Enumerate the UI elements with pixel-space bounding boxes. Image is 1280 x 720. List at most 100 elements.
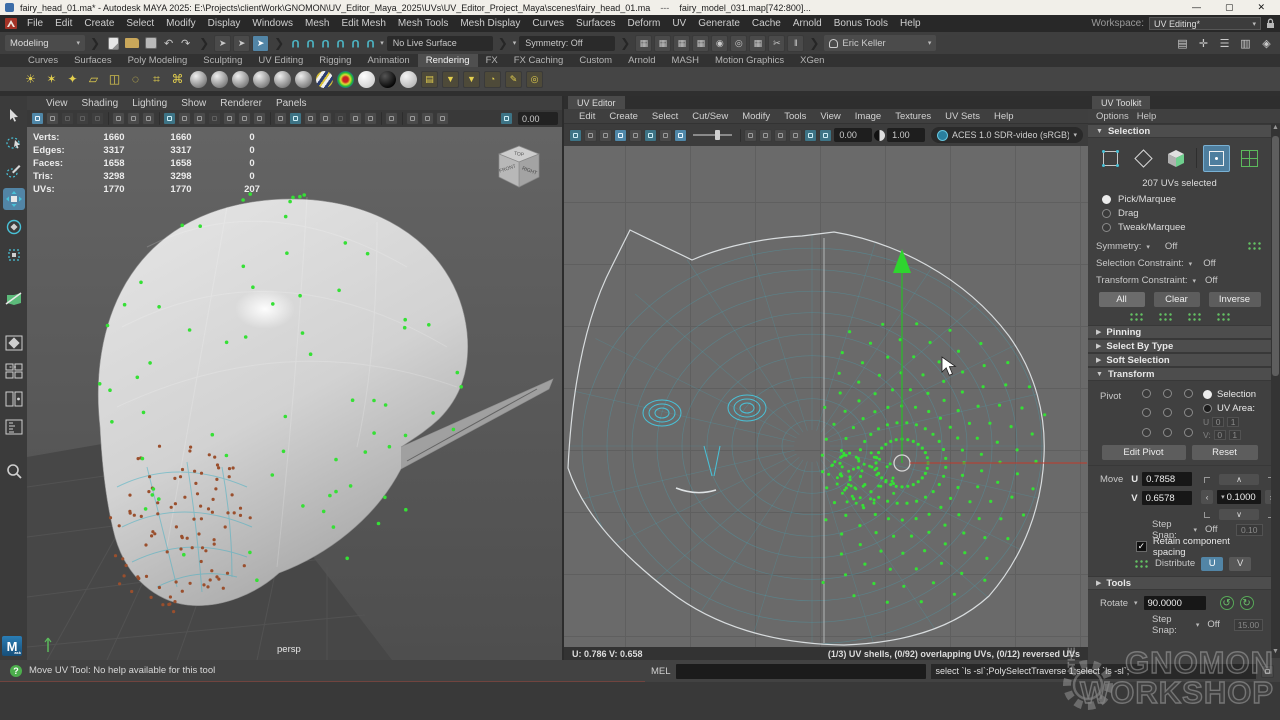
- use-default-material-icon[interactable]: [319, 112, 332, 125]
- film-gate-icon[interactable]: [178, 112, 191, 125]
- menu-item[interactable]: Arnold: [787, 18, 828, 29]
- panel-menu-item[interactable]: Lighting: [125, 98, 174, 109]
- distortion-metric-icon[interactable]: [744, 129, 757, 142]
- shelf-tab[interactable]: FX Caching: [506, 54, 572, 67]
- uv-shell-selection-icon[interactable]: [1236, 145, 1263, 172]
- isolate-uvs-icon[interactable]: [774, 129, 787, 142]
- view-cube[interactable]: TOP FRONT RIGHT: [492, 141, 546, 195]
- surface-shader-icon[interactable]: [274, 71, 291, 88]
- render-view-icon[interactable]: ◎: [526, 71, 543, 88]
- ramp-texture-icon[interactable]: [337, 71, 354, 88]
- hypershade-shelf-icon[interactable]: ▤: [421, 71, 438, 88]
- paint-effects-icon[interactable]: ✂: [768, 35, 785, 52]
- ambient-light-icon[interactable]: ◌: [127, 71, 144, 88]
- shelf-tab[interactable]: Curves: [20, 54, 66, 67]
- rotate-ccw-button[interactable]: ↺: [1220, 596, 1234, 610]
- toolkit-scrollbar[interactable]: ▲ ▼: [1271, 124, 1280, 658]
- shelf-tab[interactable]: Rendering: [418, 54, 478, 67]
- uv-menu-item[interactable]: Image: [848, 111, 888, 122]
- area-light-icon[interactable]: ▱: [85, 71, 102, 88]
- shelf-tab[interactable]: Motion Graphics: [707, 54, 792, 67]
- menu-item[interactable]: Select: [120, 18, 160, 29]
- render-settings-icon[interactable]: ◉: [711, 35, 728, 52]
- panel-menu-item[interactable]: Show: [174, 98, 213, 109]
- retain-spacing-row[interactable]: ✓ Retain component spacing: [1088, 538, 1271, 555]
- shelf-tab[interactable]: Animation: [359, 54, 417, 67]
- save-scene-icon[interactable]: [145, 37, 157, 49]
- directional-light-icon[interactable]: ✶: [43, 71, 60, 88]
- render-sequence-icon[interactable]: ▼: [463, 71, 480, 88]
- uv-toolkit-tab[interactable]: UV Toolkit: [1092, 96, 1150, 109]
- select-by-type-section-header[interactable]: ▶Select By Type: [1088, 339, 1271, 353]
- blinn-material-icon[interactable]: [232, 71, 249, 88]
- new-scene-icon[interactable]: [108, 37, 119, 50]
- shadows-icon[interactable]: [334, 112, 347, 125]
- spot-light-icon[interactable]: ✦: [64, 71, 81, 88]
- sep[interactable]: [268, 112, 272, 125]
- bookmark-icon[interactable]: [76, 112, 89, 125]
- panel-menu-item[interactable]: View: [39, 98, 75, 109]
- rotate-tool-icon[interactable]: [3, 216, 25, 238]
- checker-map-icon[interactable]: [584, 129, 597, 142]
- selection-mode-radio-pick-marquee[interactable]: Pick/Marquee: [1088, 192, 1271, 206]
- transform-section-header[interactable]: ▼Transform: [1088, 367, 1271, 381]
- shelf-tab[interactable]: UV Editing: [250, 54, 311, 67]
- uv-menu-item[interactable]: View: [813, 111, 847, 122]
- layout-two-pane-button[interactable]: [3, 388, 25, 410]
- shelf-tab[interactable]: MASH: [664, 54, 707, 67]
- symmetry-field[interactable]: Symmetry: Off: [519, 36, 615, 51]
- menu-item[interactable]: Edit Mesh: [335, 18, 391, 29]
- vertex-selection-icon[interactable]: [1097, 145, 1124, 172]
- menu-item[interactable]: Edit: [49, 18, 78, 29]
- menu-item[interactable]: Display: [202, 18, 247, 29]
- pinning-section-header[interactable]: ▶Pinning: [1088, 325, 1271, 339]
- scale-tool-icon[interactable]: [3, 244, 25, 266]
- texture-borders-icon[interactable]: [599, 129, 612, 142]
- uv-cut-sew-tool-icon[interactable]: [3, 288, 25, 310]
- modeling-toolkit-icon[interactable]: ✛: [1195, 35, 1212, 52]
- lighting-icon[interactable]: [349, 112, 362, 125]
- menu-item[interactable]: Windows: [246, 18, 299, 29]
- layout-outliner-pane-button[interactable]: [3, 416, 25, 438]
- pivot-position-grid[interactable]: [1142, 389, 1193, 440]
- plugin-pane-icon[interactable]: [406, 112, 419, 125]
- menu-item[interactable]: Mesh Display: [454, 18, 526, 29]
- field-chart-icon[interactable]: [223, 112, 236, 125]
- rotate-angle-field[interactable]: 90.0000: [1144, 596, 1206, 610]
- menu-item[interactable]: Curves: [526, 18, 570, 29]
- lambert-material-icon[interactable]: [211, 71, 228, 88]
- shrink-selection-icon[interactable]: [1187, 312, 1202, 322]
- panel-menu-item[interactable]: Renderer: [213, 98, 269, 109]
- distribute-v-button[interactable]: V: [1229, 557, 1251, 571]
- phong-material-icon[interactable]: [253, 71, 270, 88]
- ramp-shader-icon[interactable]: [316, 71, 333, 88]
- ipr-render-icon[interactable]: ▦: [692, 35, 709, 52]
- sep[interactable]: [400, 112, 404, 125]
- snap-projected-center-icon[interactable]: U: [334, 35, 347, 52]
- select-camera-icon[interactable]: [31, 112, 44, 125]
- select-component-icon[interactable]: ➤: [252, 35, 269, 52]
- retain-spacing-checkbox[interactable]: ✓: [1136, 541, 1147, 552]
- rotate-cw-button[interactable]: ↻: [1240, 596, 1254, 610]
- textured-mode-icon[interactable]: [304, 112, 317, 125]
- snap-view-plane-icon[interactable]: U: [349, 35, 362, 52]
- move-down-button[interactable]: ∨: [1219, 509, 1259, 520]
- frame-all-icon[interactable]: [436, 112, 449, 125]
- channel-box-icon[interactable]: ◈: [1258, 35, 1275, 52]
- symmetry-row[interactable]: Symmetry:▾ Off: [1088, 238, 1271, 255]
- safe-action-icon[interactable]: [238, 112, 251, 125]
- plugin-pane-icon[interactable]: [421, 112, 434, 125]
- shelf-tab[interactable]: Custom: [571, 54, 620, 67]
- render-icon[interactable]: ▦: [673, 35, 690, 52]
- shade-uvs-icon[interactable]: [659, 129, 672, 142]
- uv-camera-icon[interactable]: [674, 129, 687, 142]
- layout-single-pane-button[interactable]: [3, 332, 25, 354]
- ai-flat-icon[interactable]: [400, 71, 417, 88]
- isolate-select-icon[interactable]: [385, 112, 398, 125]
- selection-mode-radio-tweak-marquee[interactable]: Tweak/Marquee: [1088, 220, 1271, 234]
- select-border-icon[interactable]: [1158, 312, 1173, 322]
- menu-item[interactable]: Bonus Tools: [828, 18, 894, 29]
- checker-density-slider[interactable]: [693, 134, 732, 136]
- panel-menu-item[interactable]: Panels: [269, 98, 314, 109]
- menu-item[interactable]: Help: [894, 18, 927, 29]
